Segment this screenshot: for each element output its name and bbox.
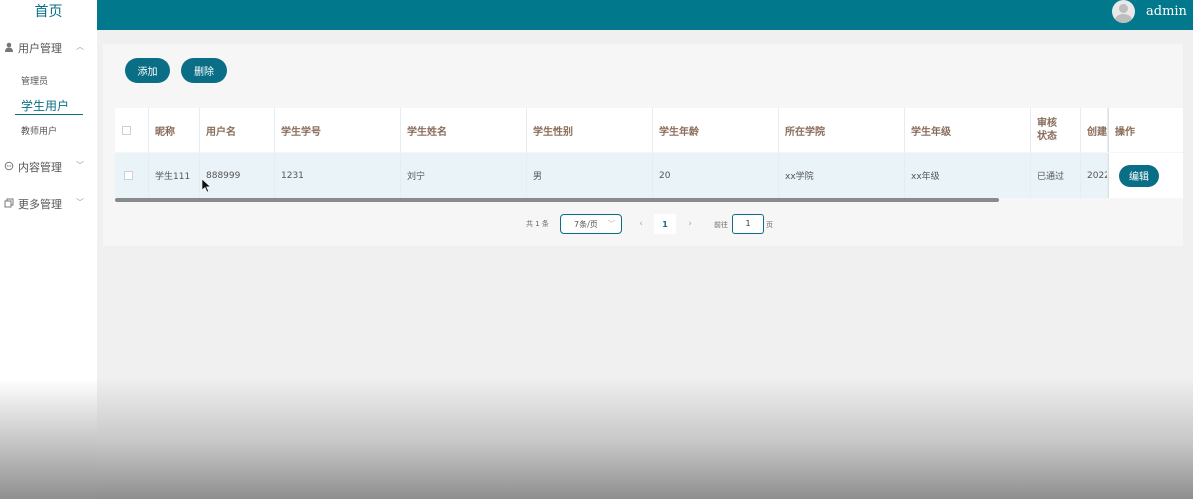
column-header-student-name[interactable]: 学生姓名 bbox=[401, 108, 527, 152]
select-all-checkbox[interactable] bbox=[122, 125, 131, 135]
menu-group-user-management[interactable]: 用户管理 ︿ bbox=[0, 38, 97, 58]
cell-student-name: 刘宁 bbox=[401, 153, 527, 198]
chevron-down-icon: ﹀ bbox=[608, 220, 615, 228]
cell-age: 20 bbox=[653, 153, 779, 198]
cell-status: 已通过 bbox=[1031, 153, 1081, 198]
chat-icon bbox=[2, 161, 16, 174]
chevron-up-icon: ︿ bbox=[76, 42, 84, 51]
select-all-cell bbox=[115, 108, 149, 152]
column-header-nickname[interactable]: 昵称 bbox=[149, 108, 200, 152]
column-header-actions: 操作 bbox=[1108, 108, 1183, 152]
column-header-username[interactable]: 用户名 bbox=[200, 108, 275, 152]
user-icon bbox=[2, 42, 16, 55]
column-header-student-no[interactable]: 学生学号 bbox=[275, 108, 401, 152]
copy-icon bbox=[2, 198, 16, 211]
sidebar-item-student-users[interactable]: 学生用户 bbox=[21, 97, 69, 114]
sidebar: 首页 用户管理 ︿ 管理员 学生用户 教师用户 内容管理 ﹀ 更多管理 ﹀ bbox=[0, 0, 97, 499]
page-size-value: 7条/页 bbox=[574, 219, 598, 229]
menu-group-label: 更多管理 bbox=[18, 198, 62, 211]
column-header-grade[interactable]: 学生年级 bbox=[905, 108, 1031, 152]
pagination-total: 共 1 条 bbox=[526, 220, 549, 228]
table-horizontal-scrollbar[interactable] bbox=[115, 198, 999, 202]
cell-student-no: 1231 bbox=[275, 153, 401, 198]
cell-college: xx学院 bbox=[779, 153, 905, 198]
menu-group-content-management[interactable]: 内容管理 ﹀ bbox=[0, 157, 97, 177]
goto-label: 前往 bbox=[714, 221, 728, 229]
column-header-created[interactable]: 创建 bbox=[1081, 108, 1108, 152]
column-header-gender[interactable]: 学生性别 bbox=[527, 108, 653, 152]
mouse-cursor-icon bbox=[202, 179, 212, 193]
edit-button[interactable]: 编辑 bbox=[1119, 164, 1159, 187]
chevron-down-icon: ﹀ bbox=[76, 161, 84, 170]
avatar-body bbox=[1115, 14, 1132, 23]
page-number-current[interactable]: 1 bbox=[654, 214, 676, 234]
page-size-select[interactable]: 7条/页 ﹀ bbox=[560, 214, 622, 234]
avatar-head bbox=[1119, 4, 1128, 13]
cell-actions: 编辑 bbox=[1108, 153, 1183, 198]
column-header-college[interactable]: 所在学院 bbox=[779, 108, 905, 152]
menu-group-more-management[interactable]: 更多管理 ﹀ bbox=[0, 194, 97, 214]
menu-group-label: 内容管理 bbox=[18, 161, 62, 174]
goto-page-input[interactable]: 1 bbox=[732, 214, 764, 234]
row-checkbox[interactable] bbox=[124, 171, 133, 180]
prev-page-button[interactable]: ‹ bbox=[632, 214, 650, 234]
add-button[interactable]: 添加 bbox=[125, 58, 170, 83]
column-header-age[interactable]: 学生年龄 bbox=[653, 108, 779, 152]
sidebar-item-admin[interactable]: 管理员 bbox=[21, 74, 48, 87]
chevron-down-icon: ﹀ bbox=[76, 198, 84, 207]
page-suffix: 页 bbox=[766, 221, 773, 229]
cell-grade: xx年级 bbox=[905, 153, 1031, 198]
top-header-bar bbox=[97, 0, 1193, 30]
cell-nickname: 学生111 bbox=[149, 153, 200, 198]
username[interactable]: admin bbox=[1146, 4, 1187, 19]
row-select-cell bbox=[115, 153, 149, 198]
delete-button[interactable]: 删除 bbox=[181, 58, 227, 83]
cell-gender: 男 bbox=[527, 153, 653, 198]
avatar[interactable] bbox=[1112, 0, 1135, 23]
home-link[interactable]: 首页 bbox=[0, 0, 97, 24]
active-item-underline bbox=[15, 114, 83, 115]
next-page-button[interactable]: › bbox=[681, 214, 699, 234]
column-header-status[interactable]: 审核状态 bbox=[1031, 108, 1081, 152]
cell-created: 2022 bbox=[1081, 153, 1108, 198]
sidebar-item-teacher-users[interactable]: 教师用户 bbox=[21, 124, 57, 137]
menu-group-label: 用户管理 bbox=[18, 42, 62, 55]
